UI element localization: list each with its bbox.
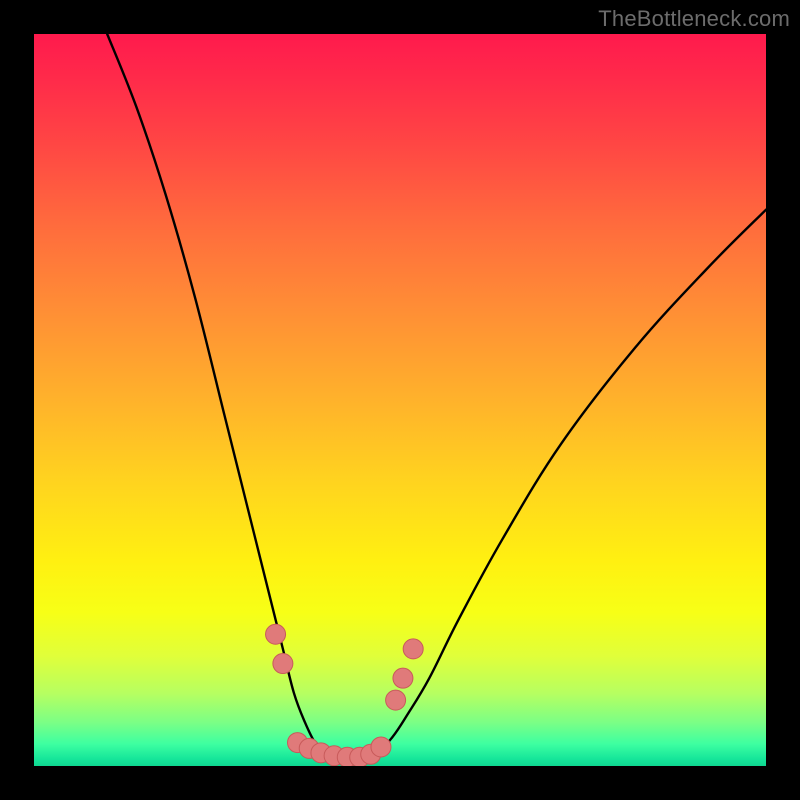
marker-point: [386, 690, 406, 710]
watermark-text: TheBottleneck.com: [598, 6, 790, 32]
marker-group: [266, 624, 424, 766]
right-curve: [356, 210, 766, 759]
marker-point: [273, 654, 293, 674]
chart-svg: [34, 34, 766, 766]
marker-point: [266, 624, 286, 644]
marker-point: [393, 668, 413, 688]
marker-point: [371, 737, 391, 757]
plot-area: [34, 34, 766, 766]
marker-point: [403, 639, 423, 659]
outer-frame: TheBottleneck.com: [0, 0, 800, 800]
left-curve: [107, 34, 356, 759]
